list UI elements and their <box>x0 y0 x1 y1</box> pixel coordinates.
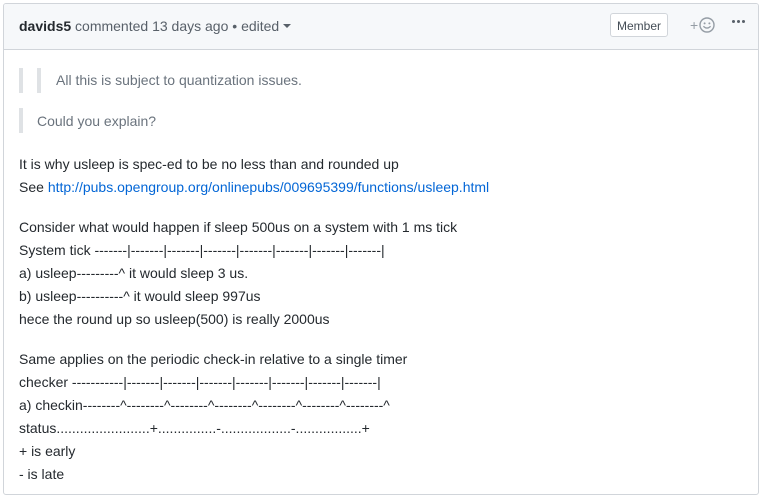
paragraph-usleep-spec: It is why usleep is spec-ed to be no les… <box>19 153 489 199</box>
text-line: Same applies on the periodic check-in re… <box>19 351 408 367</box>
more-options-icon[interactable] <box>732 20 745 23</box>
text-line: It is why usleep is spec-ed to be no les… <box>19 156 399 172</box>
blockquote-inner-border <box>37 68 41 93</box>
text-line: Consider what would happen if sleep 500u… <box>19 219 458 235</box>
author-link[interactable]: davids5 <box>19 18 71 34</box>
edited-label: edited <box>241 18 280 34</box>
text-line: + is early <box>19 443 76 459</box>
member-badge: Member <box>610 13 669 37</box>
blockquote-outer-border <box>19 68 23 93</box>
text-line: a) checkin--------^--------^--------^---… <box>19 397 390 413</box>
paragraph-checkin-example: Same applies on the periodic check-in re… <box>19 348 407 486</box>
chevron-down-icon <box>283 24 292 29</box>
text-line: - is late <box>19 466 65 482</box>
see-label: See <box>19 179 48 195</box>
spec-link[interactable]: http://pubs.opengroup.org/onlinepubs/009… <box>48 179 489 195</box>
dot <box>742 20 745 23</box>
comment-header: davids5 commented 13 days ago • edited M… <box>4 4 758 50</box>
edited-dropdown[interactable]: edited <box>241 18 292 34</box>
text-line: status........................+.........… <box>19 420 370 436</box>
text-line: a) usleep---------^ it would sleep 3 us. <box>19 265 249 281</box>
blockquote-border <box>19 108 23 133</box>
dot <box>732 20 735 23</box>
separator-dot: • <box>232 18 238 34</box>
smiley-icon <box>699 17 715 33</box>
text-line: System tick -------|-------|-------|----… <box>19 242 385 258</box>
comment-meta: davids5 commented 13 days ago • edited <box>19 18 292 34</box>
paragraph-tick-example: Consider what would happen if sleep 500u… <box>19 216 457 331</box>
add-reaction-button[interactable]: + <box>690 17 715 33</box>
quote-text: Could you explain? <box>37 113 157 129</box>
text-line: checker -----------|-------|-------|----… <box>19 374 381 390</box>
nested-quote-text: All this is subject to quantization issu… <box>56 72 302 88</box>
issue-comment: davids5 commented 13 days ago • edited M… <box>3 3 759 495</box>
comment-action: commented <box>75 18 149 34</box>
dot <box>737 20 740 23</box>
comment-timestamp[interactable]: 13 days ago <box>152 18 228 34</box>
plus-icon: + <box>690 17 699 33</box>
text-line: hece the round up so usleep(500) is real… <box>19 311 330 327</box>
text-line: b) usleep----------^ it would sleep 997u… <box>19 288 261 304</box>
text-line: See http://pubs.opengroup.org/onlinepubs… <box>19 176 489 199</box>
